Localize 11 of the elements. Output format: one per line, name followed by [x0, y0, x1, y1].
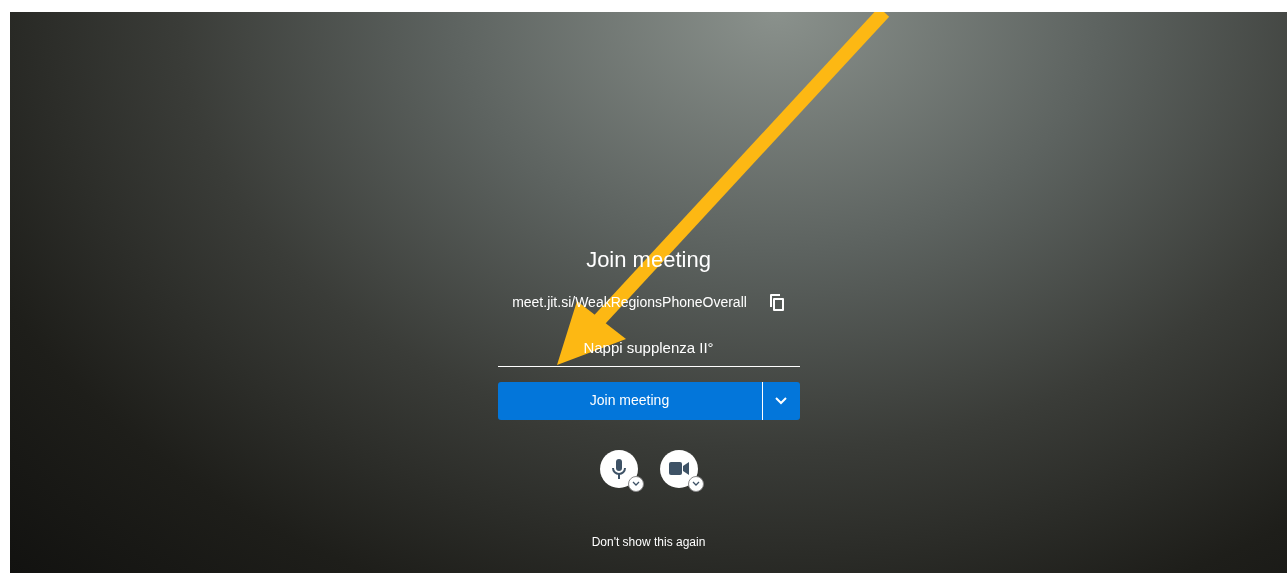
microphone-button[interactable]: [599, 449, 638, 488]
caret-icon: [631, 481, 640, 486]
caret-icon: [775, 396, 787, 405]
caret-icon: [691, 481, 700, 486]
copy-icon[interactable]: [768, 293, 785, 312]
join-options-button[interactable]: [761, 381, 800, 420]
camera-button[interactable]: [659, 449, 698, 488]
dont-show-again-link[interactable]: Don't show this again: [585, 531, 712, 552]
join-meeting-button[interactable]: Join meeting: [497, 381, 762, 420]
video-camera-icon: [668, 462, 689, 475]
microphone-icon: [611, 458, 626, 479]
